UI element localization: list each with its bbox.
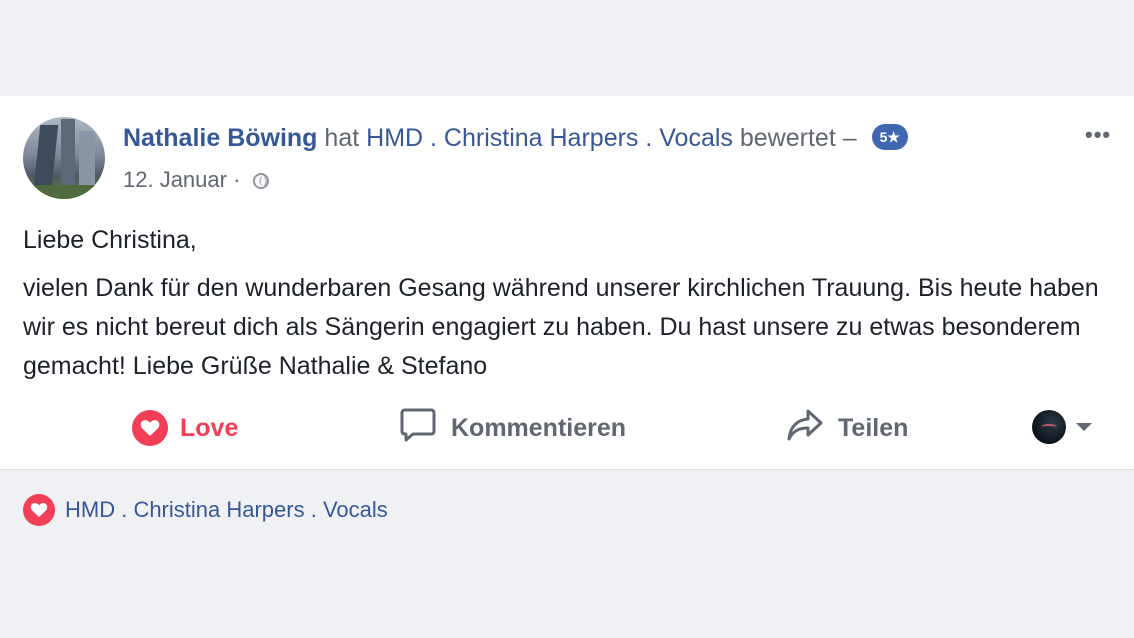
comment-bubble-icon: [399, 407, 437, 450]
author-avatar[interactable]: [23, 117, 105, 199]
share-button[interactable]: Teilen: [786, 406, 908, 450]
action-bar: Love Kommentieren Teilen: [0, 406, 1134, 450]
post-header: Nathalie Böwing hat HMD . Christina Harp…: [123, 121, 908, 155]
post-meta: 12. Januar ·: [123, 166, 269, 194]
more-options-icon[interactable]: •••: [1085, 122, 1111, 148]
page-name-link[interactable]: HMD . Christina Harpers . Vocals: [366, 124, 733, 152]
share-label: Teilen: [838, 413, 909, 442]
love-button[interactable]: Love: [132, 406, 238, 450]
review-greeting: Liebe Christina,: [23, 226, 197, 254]
heart-icon: [132, 410, 168, 446]
globe-icon[interactable]: [252, 173, 269, 189]
share-arrow-icon: [786, 408, 824, 449]
heart-icon: [23, 494, 55, 526]
verb-pre-text: hat: [324, 124, 360, 152]
post-date-link[interactable]: 12. Januar: [123, 167, 227, 192]
chevron-down-icon: [1076, 423, 1092, 431]
rating-badge: 5★: [871, 124, 908, 151]
page-identity-selector[interactable]: [1032, 410, 1092, 444]
page-avatar: [1032, 410, 1066, 444]
review-body: vielen Dank für den wunderbaren Gesang w…: [23, 274, 1099, 380]
love-label: Love: [180, 413, 239, 442]
reactions-summary: HMD . Christina Harpers . Vocals: [23, 494, 388, 526]
reactor-name-link[interactable]: HMD . Christina Harpers . Vocals: [65, 497, 388, 523]
review-post-card: Nathalie Böwing hat HMD . Christina Harp…: [0, 96, 1134, 470]
author-name-link[interactable]: Nathalie Böwing: [123, 124, 317, 152]
meta-separator: ·: [233, 167, 241, 192]
comment-label: Kommentieren: [451, 413, 627, 442]
verb-post-text: bewertet –: [739, 124, 857, 152]
comment-button[interactable]: Kommentieren: [399, 406, 626, 450]
